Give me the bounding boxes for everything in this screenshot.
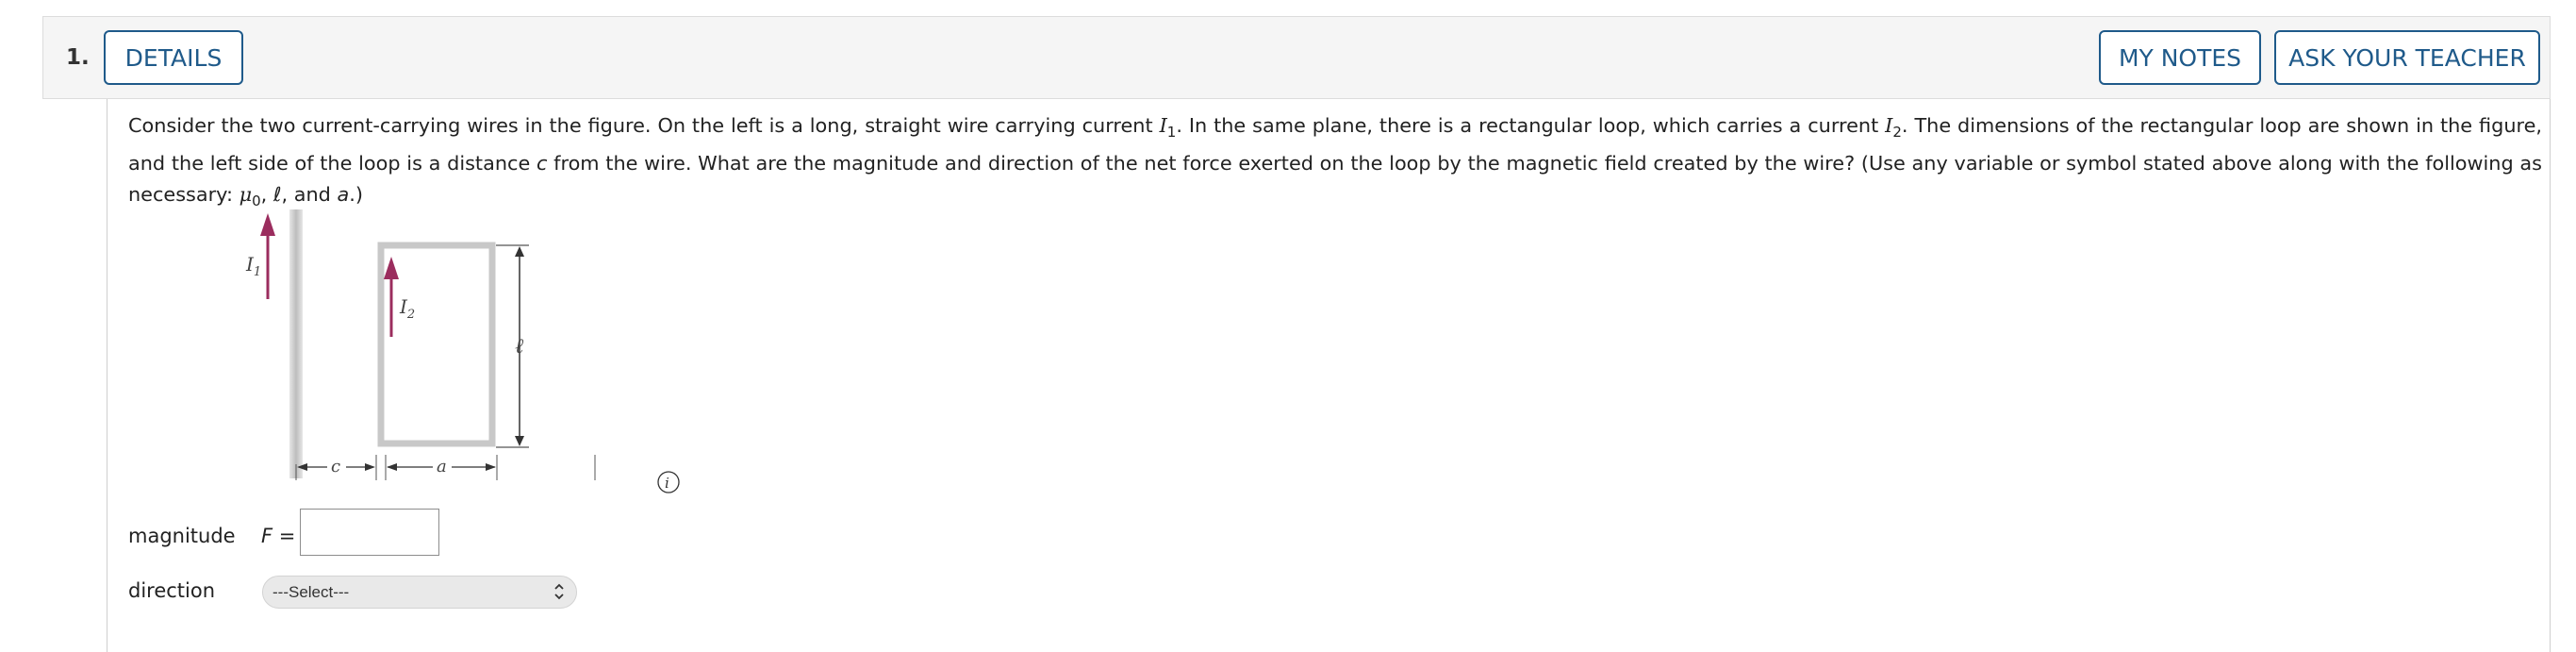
c-label: c bbox=[331, 457, 340, 476]
ell-label: ℓ bbox=[515, 335, 524, 359]
info-icon[interactable]: i bbox=[657, 471, 680, 493]
details-button[interactable]: DETAILS bbox=[104, 30, 243, 85]
question-header: 1. DETAILS MY NOTES ASK YOUR TEACHER bbox=[42, 16, 2551, 99]
direction-select[interactable]: ---Select--- bbox=[262, 576, 577, 609]
svg-text:i: i bbox=[665, 475, 669, 492]
question-content: Consider the two current-carrying wires … bbox=[107, 99, 2551, 652]
direction-label: direction bbox=[128, 579, 216, 602]
magnitude-label: magnitude bbox=[128, 525, 236, 547]
magnitude-input[interactable] bbox=[300, 509, 439, 556]
direction-select-value: ---Select--- bbox=[272, 582, 350, 601]
f-label: F = bbox=[261, 525, 296, 547]
updown-chevron-icon bbox=[554, 583, 564, 600]
ask-your-teacher-button[interactable]: ASK YOUR TEACHER bbox=[2274, 30, 2540, 85]
a-label: a bbox=[437, 457, 447, 476]
my-notes-button[interactable]: MY NOTES bbox=[2099, 30, 2261, 85]
question-number: 1. bbox=[66, 45, 90, 70]
rectangular-loop bbox=[377, 242, 496, 447]
svg-text:I2: I2 bbox=[399, 295, 415, 322]
straight-wire bbox=[289, 209, 303, 478]
wire-loop-figure: I1 I2 ℓ c a i bbox=[245, 209, 680, 493]
svg-text:I1: I1 bbox=[245, 253, 261, 279]
